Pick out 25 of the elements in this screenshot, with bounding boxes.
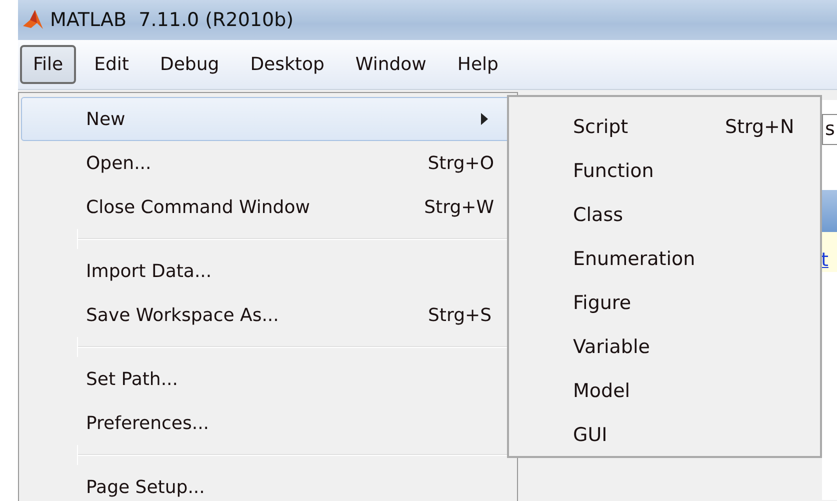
menu-item[interactable]: Debug: [146, 44, 232, 84]
menu-item[interactable]: Function: [509, 149, 820, 193]
text-field[interactable]: s: [822, 114, 837, 144]
menu-item[interactable]: Window: [342, 44, 440, 84]
menu-item[interactable]: Edit: [81, 44, 142, 84]
menu-item[interactable]: Model: [509, 369, 820, 413]
menu-item[interactable]: Help: [444, 44, 512, 84]
menu-item[interactable]: Variable: [509, 325, 820, 369]
shortcut-label: Strg+N: [725, 114, 796, 140]
shortcut-label: Strg+W: [424, 196, 494, 220]
submenu-arrow-icon: [481, 113, 488, 125]
menu-item[interactable]: Desktop: [237, 44, 338, 84]
menu-item[interactable]: Class: [509, 193, 820, 237]
menu-item[interactable]: Enumeration: [509, 237, 820, 281]
menu-item[interactable]: GUI: [509, 413, 820, 457]
info-bar: [822, 232, 837, 272]
shortcut-label: Strg+O: [428, 152, 494, 176]
link[interactable]: t: [821, 246, 828, 274]
window-title: MATLAB 7.11.0 (R2010b): [50, 8, 294, 33]
menu-item[interactable]: File: [20, 44, 76, 84]
menu-item[interactable]: Page Setup...: [21, 465, 515, 501]
panel-header: [822, 190, 837, 232]
app-icon: [22, 9, 44, 31]
shortcut-label: Strg+S: [428, 304, 493, 328]
menu-item[interactable]: Figure: [509, 281, 820, 325]
